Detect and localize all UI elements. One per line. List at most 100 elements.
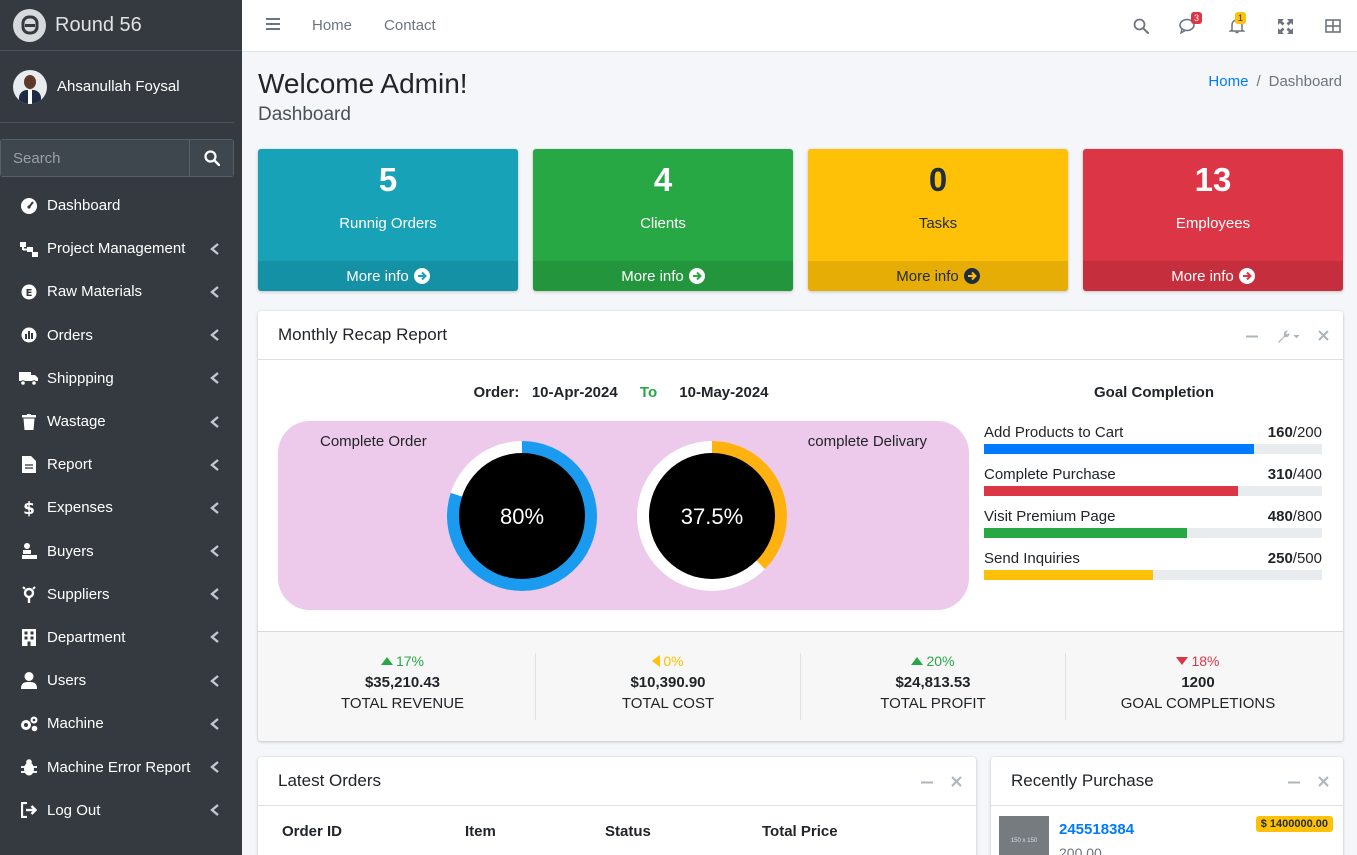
goal-total: /500 xyxy=(1292,550,1322,567)
recap-footer: 17% $35,210.43 TOTAL REVENUE 0% $10,390.… xyxy=(258,631,1343,741)
close-button[interactable] xyxy=(951,776,962,787)
sidebar-item-dashboard[interactable]: Dashboard xyxy=(0,184,242,227)
search-icon[interactable] xyxy=(1117,18,1165,34)
sidebar-item-suppliers[interactable]: Suppliers xyxy=(0,573,242,616)
fullscreen-icon[interactable] xyxy=(1261,18,1309,34)
column-header-order-id[interactable]: Order ID xyxy=(282,823,342,840)
goal-value: 250 xyxy=(1267,550,1293,567)
arrow-circle-right-icon xyxy=(963,268,980,284)
notifications-badge: 1 xyxy=(1235,12,1247,24)
caret-up-icon xyxy=(380,657,393,665)
goal-value: 310 xyxy=(1267,466,1293,483)
sidebar-item-label: Wastage xyxy=(47,413,106,431)
bell-icon[interactable]: 1 xyxy=(1213,12,1261,34)
progress-fill xyxy=(984,486,1238,496)
card-header: Monthly Recap Report xyxy=(258,311,1343,360)
sidebar-item-label: Shippping xyxy=(47,369,114,387)
sidebar-item-buyers[interactable]: Buyers xyxy=(0,530,242,573)
nav-link-home[interactable]: Home xyxy=(312,17,352,34)
user-panel[interactable]: Ahsanullah Foysal xyxy=(0,51,234,123)
chevron-left-icon xyxy=(210,329,219,342)
messages-badge: 3 xyxy=(1191,12,1203,24)
sidebar-item-raw-materials[interactable]: E Raw Materials xyxy=(0,270,242,313)
more-info-link[interactable]: More info xyxy=(1083,261,1343,291)
menu-toggle-icon[interactable] xyxy=(266,17,280,35)
stat-percentage: 20% xyxy=(801,653,1065,669)
user-icon xyxy=(19,672,39,690)
stat-percentage: 0% xyxy=(536,653,800,669)
sidebar-item-label: Buyers xyxy=(47,542,94,560)
stat-box-number: 0 xyxy=(928,161,948,198)
settings-dropdown-button[interactable] xyxy=(1276,329,1300,343)
breadcrumb-current: Dashboard xyxy=(1268,73,1342,90)
column-header-total-price[interactable]: Total Price xyxy=(762,823,838,840)
sidebar-item-machine[interactable]: Machine xyxy=(0,702,242,745)
more-info-link[interactable]: More info xyxy=(808,261,1068,291)
sidebar-item-label: Orders xyxy=(47,326,93,344)
sidebar-item-project-management[interactable]: Project Management xyxy=(0,227,242,270)
stat-total-profit: 20% $24,813.53 TOTAL PROFIT xyxy=(800,653,1065,720)
sidebar-item-log-out[interactable]: Log Out xyxy=(0,789,242,832)
more-info-link[interactable]: More info xyxy=(533,261,793,291)
chevron-left-icon xyxy=(210,674,219,687)
minimize-button[interactable] xyxy=(1288,776,1300,788)
column-header-status[interactable]: Status xyxy=(605,823,651,840)
close-button[interactable] xyxy=(1318,776,1329,787)
progress-fill xyxy=(984,528,1187,538)
wrench-icon xyxy=(1278,329,1300,343)
latest-orders-card: Latest Orders Order ID Item Status Total… xyxy=(258,757,976,855)
sidebar-search xyxy=(0,139,234,177)
product-id-link[interactable]: 245518384 xyxy=(1059,821,1134,838)
sidebar-item-report[interactable]: Report xyxy=(0,443,242,486)
goal-label: Complete Purchase xyxy=(984,466,1116,483)
more-info-label: More info xyxy=(621,267,684,285)
chevron-left-icon xyxy=(210,286,219,298)
topbar: Home Contact 3 1 xyxy=(242,0,1357,52)
minus-icon xyxy=(1288,781,1300,783)
breadcrumb-home[interactable]: Home xyxy=(1208,73,1248,90)
sidebar-item-users[interactable]: Users xyxy=(0,659,242,702)
close-button[interactable] xyxy=(1318,330,1329,341)
sidebar-item-orders[interactable]: Orders xyxy=(0,314,242,357)
stat-goal-completions: 18% 1200 GOAL COMPLETIONS xyxy=(1065,653,1330,720)
stat-pct-value: 17% xyxy=(395,653,425,669)
stat-pct-value: 20% xyxy=(926,653,955,669)
sidebar-item-expenses[interactable]: $ Expenses xyxy=(0,486,242,529)
control-sidebar-icon[interactable] xyxy=(1309,19,1357,33)
stat-box-label: Runnig Orders xyxy=(339,215,437,232)
dollar-icon: $ xyxy=(19,499,39,517)
bug-icon xyxy=(19,758,39,776)
sidebar-item-label: Users xyxy=(47,672,87,690)
more-info-link[interactable]: More info xyxy=(258,261,518,291)
goal-label: Add Products to Cart xyxy=(984,424,1124,441)
minimize-button[interactable] xyxy=(1246,330,1258,342)
sidebar-item-department[interactable]: Department xyxy=(0,616,242,659)
search-button[interactable] xyxy=(189,140,233,176)
goal-send-inquiries: Send Inquiries 250/500 xyxy=(984,550,1322,580)
sidebar-item-machine-error-report[interactable]: Machine Error Report xyxy=(0,745,242,788)
brand[interactable]: Round 56 xyxy=(0,0,242,51)
progress-bar xyxy=(984,486,1322,496)
minimize-button[interactable] xyxy=(921,776,933,788)
sidebar-item-wastage[interactable]: Wastage xyxy=(0,400,242,443)
search-input[interactable] xyxy=(1,140,189,176)
sidebar-item-label: Project Management xyxy=(47,240,186,258)
column-header-item[interactable]: Item xyxy=(465,823,496,840)
goal-total: /800 xyxy=(1292,508,1322,525)
chevron-left-icon xyxy=(210,761,219,773)
sidebar-item-shipping[interactable]: Shippping xyxy=(0,357,242,400)
stat-pct-value: 0% xyxy=(663,653,684,669)
user-name[interactable]: Ahsanullah Foysal xyxy=(57,78,180,95)
goal-total: /400 xyxy=(1292,466,1322,483)
sidebar-item-label: Log Out xyxy=(47,801,101,819)
stat-value: $35,210.43 xyxy=(364,674,441,691)
arrow-circle-right-icon xyxy=(413,268,430,284)
messages-icon[interactable]: 3 xyxy=(1165,12,1213,34)
tachometer-icon xyxy=(19,197,39,215)
nav-link-contact[interactable]: Contact xyxy=(384,17,436,34)
progress-fill xyxy=(984,444,1255,454)
stat-box-label: Tasks xyxy=(918,215,958,232)
card-tools xyxy=(1228,311,1329,360)
date-to: 10-May-2024 xyxy=(679,384,769,401)
goal-label: Send Inquiries xyxy=(984,550,1080,567)
